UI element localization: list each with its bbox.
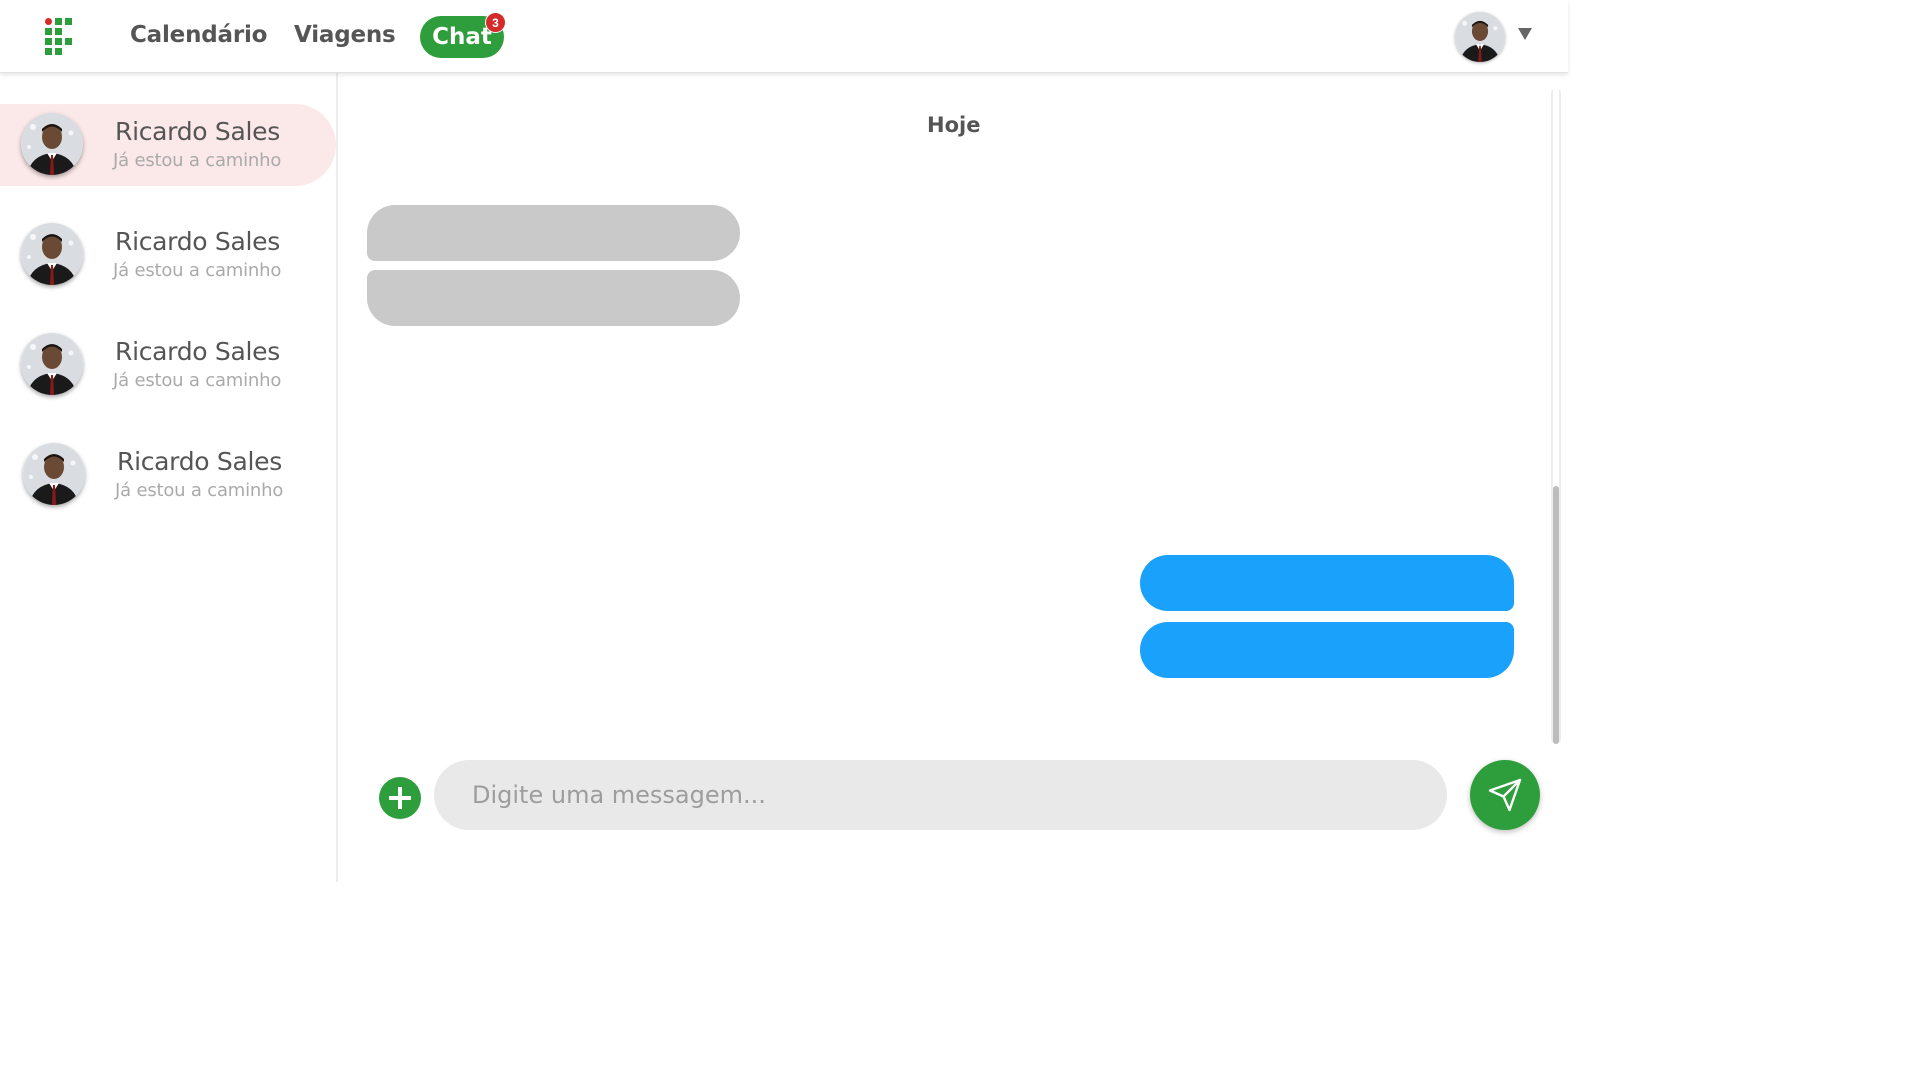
- contact-item[interactable]: Ricardo Sales Já estou a caminho: [0, 324, 336, 406]
- contact-last-message: Já estou a caminho: [113, 150, 282, 171]
- chat-unread-badge: 3: [485, 12, 506, 33]
- user-avatar[interactable]: [1455, 12, 1505, 62]
- contact-avatar: [21, 113, 83, 175]
- contact-last-message: Já estou a caminho: [113, 260, 282, 281]
- contact-item[interactable]: Ricardo Sales Já estou a caminho: [0, 434, 336, 516]
- incoming-message-bubble: [367, 205, 740, 261]
- contact-last-message: Já estou a caminho: [113, 370, 282, 391]
- contact-name: Ricardo Sales: [115, 337, 280, 366]
- add-attachment-button[interactable]: [379, 777, 421, 819]
- nav-link-calendario[interactable]: Calendário: [130, 22, 267, 48]
- contact-last-message: Já estou a caminho: [115, 480, 284, 501]
- scrollbar-grip[interactable]: [1553, 486, 1559, 744]
- logo-icon[interactable]: [45, 18, 73, 56]
- user-menu-caret-icon[interactable]: [1518, 28, 1532, 40]
- contact-avatar: [21, 333, 83, 395]
- contact-name: Ricardo Sales: [117, 447, 282, 476]
- outgoing-message-bubble: [1140, 555, 1514, 611]
- contact-item[interactable]: Ricardo Sales Já estou a caminho: [0, 104, 336, 186]
- send-button[interactable]: [1470, 760, 1540, 830]
- contacts-sidebar: Ricardo Sales Já estou a caminho Ricardo…: [0, 73, 338, 882]
- message-input[interactable]: [434, 760, 1447, 830]
- contact-name: Ricardo Sales: [115, 227, 280, 256]
- contact-name: Ricardo Sales: [115, 117, 280, 146]
- nav-link-viagens[interactable]: Viagens: [294, 22, 396, 48]
- chat-panel: Hoje: [340, 73, 1568, 882]
- paper-plane-icon: [1488, 778, 1522, 812]
- messages-scrollbar[interactable]: [1551, 88, 1561, 744]
- top-navbar: Calendário Viagens Chat 3: [0, 0, 1568, 73]
- incoming-message-bubble: [367, 270, 740, 326]
- contact-item[interactable]: Ricardo Sales Já estou a caminho: [0, 214, 336, 296]
- day-separator: Hoje: [927, 113, 981, 137]
- contact-avatar: [21, 223, 83, 285]
- outgoing-message-bubble: [1140, 622, 1514, 678]
- contact-avatar: [23, 443, 85, 505]
